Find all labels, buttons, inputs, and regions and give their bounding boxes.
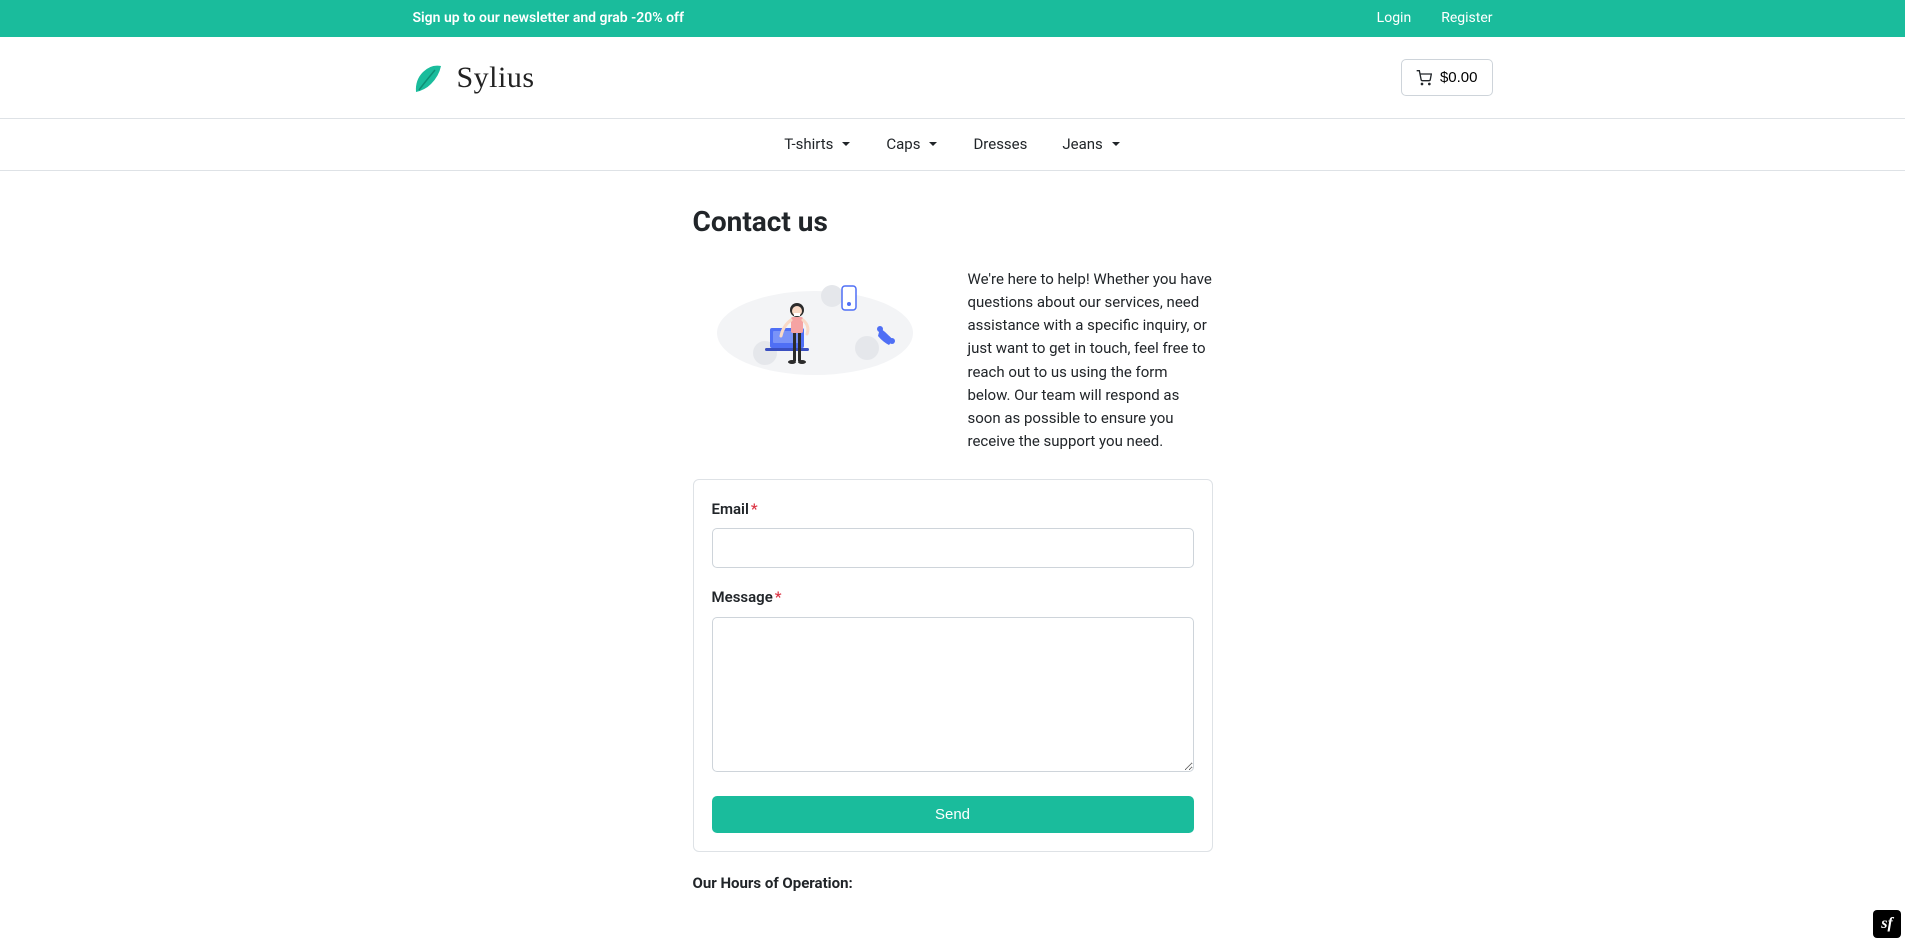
- brand-name: Sylius: [457, 55, 535, 100]
- nav-item-label: Caps: [886, 133, 920, 156]
- caret-down-icon: [928, 139, 938, 149]
- main-nav: T-shirts Caps Dresses Jeans: [0, 118, 1905, 171]
- nav-item-label: Dresses: [973, 133, 1027, 156]
- nav-item-jeans[interactable]: Jeans: [1062, 131, 1120, 158]
- email-label: Email*: [712, 498, 1194, 521]
- header: Sylius $0.00: [0, 37, 1905, 118]
- nav-item-caps[interactable]: Caps: [886, 131, 938, 158]
- contact-illustration: [693, 268, 938, 378]
- brand-logo[interactable]: Sylius: [413, 55, 535, 100]
- nav-item-label: Jeans: [1062, 133, 1102, 156]
- required-star-icon: *: [751, 500, 758, 518]
- nav-item-dresses[interactable]: Dresses: [973, 131, 1027, 158]
- login-link[interactable]: Login: [1377, 8, 1412, 29]
- email-field[interactable]: [712, 528, 1194, 568]
- nav-item-label: T-shirts: [784, 133, 833, 156]
- symfony-badge-icon[interactable]: sf: [1873, 910, 1901, 938]
- hours-heading: Our Hours of Operation:: [693, 872, 1213, 895]
- caret-down-icon: [841, 139, 851, 149]
- cart-button[interactable]: $0.00: [1401, 59, 1493, 96]
- sylius-leaf-icon: [413, 60, 445, 96]
- required-star-icon: *: [775, 588, 782, 606]
- newsletter-promo-text: Sign up to our newsletter and grab -20% …: [413, 8, 684, 29]
- send-button[interactable]: Send: [712, 796, 1194, 833]
- caret-down-icon: [1111, 139, 1121, 149]
- message-label: Message*: [712, 586, 1194, 609]
- cart-icon: [1416, 70, 1432, 86]
- contact-form: Email* Message* Send: [693, 479, 1213, 853]
- intro-text: We're here to help! Whether you have que…: [968, 268, 1213, 454]
- message-field[interactable]: [712, 617, 1194, 772]
- nav-item-tshirts[interactable]: T-shirts: [784, 131, 851, 158]
- cart-total: $0.00: [1440, 69, 1478, 86]
- top-banner: Sign up to our newsletter and grab -20% …: [0, 0, 1905, 37]
- register-link[interactable]: Register: [1441, 8, 1492, 29]
- page-title: Contact us: [693, 201, 1213, 243]
